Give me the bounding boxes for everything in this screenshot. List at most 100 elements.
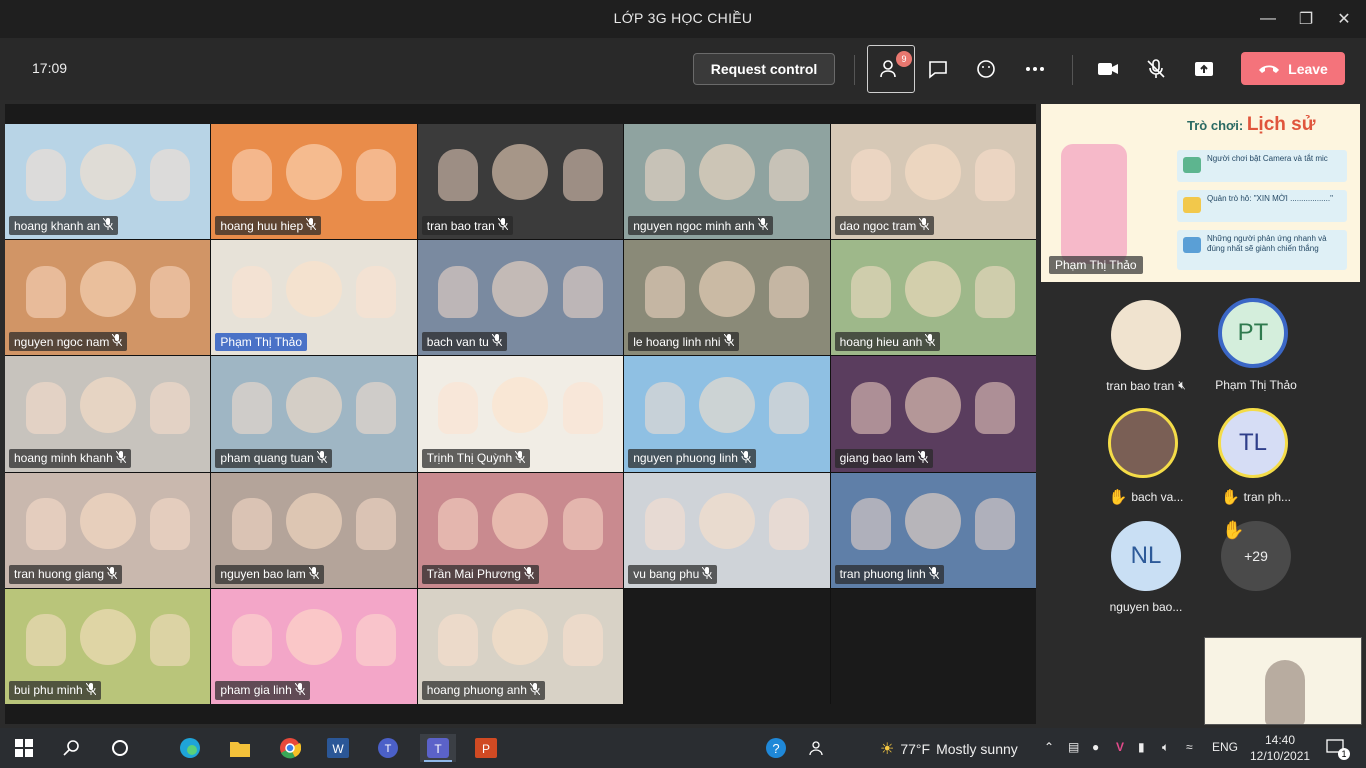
video-tile[interactable]: bui phu minh xyxy=(5,588,211,704)
teams-classic-button[interactable]: T xyxy=(374,734,402,762)
raised-hand-video xyxy=(231,265,272,318)
rule-camera: Người chơi bật Camera và tắt mic xyxy=(1177,150,1347,182)
self-view[interactable] xyxy=(1204,637,1362,725)
video-tile[interactable]: le hoang linh nhi xyxy=(624,240,830,356)
video-tile[interactable]: pham gia linh xyxy=(211,588,417,704)
video-tile[interactable]: giang bao lam xyxy=(830,356,1036,472)
participant-video xyxy=(286,609,343,666)
more-options-button[interactable] xyxy=(1017,52,1053,86)
wifi-icon[interactable]: ≈ xyxy=(1186,740,1193,754)
edge-button[interactable] xyxy=(176,734,204,762)
camera-button[interactable] xyxy=(1090,52,1126,86)
vietkey-icon[interactable]: V xyxy=(1116,740,1124,754)
battery-icon[interactable]: ▮ xyxy=(1138,740,1145,754)
explorer-button[interactable] xyxy=(226,734,254,762)
chevron-up-icon[interactable]: ⌃ xyxy=(1044,740,1054,754)
close-button[interactable]: ✕ xyxy=(1326,6,1362,32)
avatar-tran-ph[interactable]: TL xyxy=(1218,408,1288,478)
share-button[interactable] xyxy=(1186,52,1222,86)
mic-button[interactable] xyxy=(1138,52,1174,86)
video-tile[interactable]: dao ngoc tram xyxy=(830,124,1036,240)
video-tile[interactable]: tran phuong linh xyxy=(830,472,1036,588)
reactions-button[interactable] xyxy=(968,52,1004,86)
participant-video xyxy=(905,144,962,201)
mic-off-icon xyxy=(723,334,734,349)
participant-name-label: tran bao tran xyxy=(421,216,513,236)
video-tile[interactable]: Trần Mai Phương xyxy=(417,472,624,588)
svg-text:P: P xyxy=(482,742,490,756)
start-button[interactable] xyxy=(10,734,38,762)
svg-text:T: T xyxy=(385,743,392,755)
video-tile[interactable]: hoang minh khanh xyxy=(5,356,211,472)
raised-hand-video xyxy=(231,497,272,550)
video-tile[interactable]: tran huong giang xyxy=(5,472,211,588)
participant-name-label: Trần Mai Phương xyxy=(421,564,539,584)
minimize-button[interactable]: — xyxy=(1250,6,1286,32)
raised-hand-video xyxy=(769,381,810,434)
raised-hand-video xyxy=(644,149,685,202)
raised-hand-video xyxy=(25,149,66,202)
video-tile[interactable]: hoang hieu anh xyxy=(830,240,1036,356)
mic-off-icon xyxy=(740,450,752,466)
cortana-button[interactable] xyxy=(106,734,134,762)
video-tile[interactable]: nguyen bao lam xyxy=(211,472,417,588)
network-icon[interactable]: ▤ xyxy=(1068,740,1079,754)
mic-off-icon xyxy=(757,217,769,233)
taskbar-clock[interactable]: 14:40 12/10/2021 xyxy=(1250,732,1310,764)
chrome-button[interactable] xyxy=(276,734,304,762)
search-button[interactable] xyxy=(58,734,86,762)
raised-hand-video xyxy=(25,497,66,550)
video-tile[interactable]: nguyen ngoc nam xyxy=(5,240,211,356)
video-tile[interactable]: tran bao tran xyxy=(417,124,624,240)
mic-off-icon xyxy=(917,450,929,466)
video-tile[interactable]: pham quang tuan xyxy=(211,356,417,472)
participants-count-badge: 9 xyxy=(896,51,912,67)
mic-icon[interactable]: ● xyxy=(1092,740,1099,754)
camera-icon xyxy=(1098,63,1118,75)
participant-name-label: pham gia linh xyxy=(215,680,310,700)
weather-widget[interactable]: ☀ 77°F Mostly sunny xyxy=(880,739,1018,759)
avatar-pham-thi-thao[interactable]: PT xyxy=(1218,298,1288,368)
raised-hand-video xyxy=(975,149,1016,202)
video-tile[interactable]: nguyen ngoc minh anh xyxy=(624,124,830,240)
people-button[interactable] xyxy=(804,734,832,762)
help-button[interactable]: ? xyxy=(762,734,790,762)
video-tile[interactable]: hoang phuong anh xyxy=(417,588,624,704)
participant-name-label: hoang minh khanh xyxy=(9,448,131,468)
video-tile[interactable]: hoang huu hiep xyxy=(211,124,417,240)
chat-button[interactable] xyxy=(920,52,956,86)
participants-button[interactable]: 9 xyxy=(867,45,915,93)
video-tile[interactable]: Phạm Thị Thảo xyxy=(211,240,417,356)
raised-hand-video xyxy=(438,497,479,550)
participant-name-label: nguyen phuong linh xyxy=(628,448,756,468)
video-tile[interactable]: hoang khanh an xyxy=(5,124,211,240)
leave-button[interactable]: Leave xyxy=(1241,52,1345,85)
video-tile[interactable]: bach van tu xyxy=(417,240,624,356)
raised-hand-video xyxy=(769,497,810,550)
request-control-button[interactable]: Request control xyxy=(693,53,835,85)
mic-off-icon xyxy=(85,682,97,698)
avatar-nguyen-bao[interactable]: NL xyxy=(1111,521,1181,591)
video-tile[interactable]: Trịnh Thị Quỳnh xyxy=(417,356,624,472)
teams-button[interactable]: T xyxy=(420,734,456,762)
chrome-icon xyxy=(280,738,301,759)
participant-name-label: dao ngoc tram xyxy=(834,216,935,236)
avatar-tran-bao-tran[interactable] xyxy=(1111,300,1181,370)
roster-name-3: ✋ bach va... xyxy=(1108,489,1184,506)
powerpoint-button[interactable]: P xyxy=(472,734,500,762)
participant-name-label: tran phuong linh xyxy=(834,564,944,584)
volume-icon[interactable]: 🔈︎ xyxy=(1162,740,1169,755)
participant-video xyxy=(286,144,343,201)
participant-video xyxy=(286,492,343,549)
video-tile[interactable]: vu bang phu xyxy=(624,472,830,588)
language-indicator[interactable]: ENG xyxy=(1212,740,1238,754)
avatar-bach-va[interactable] xyxy=(1108,408,1178,478)
raised-hand-video xyxy=(356,149,397,202)
maximize-button[interactable]: ❐ xyxy=(1288,6,1324,32)
roster-name-4: ✋ tran ph... xyxy=(1220,489,1292,506)
notifications-button[interactable]: 1 xyxy=(1322,734,1350,762)
shared-screen[interactable]: Trò chơi: Lịch sử Người chơi bật Camera … xyxy=(1041,104,1360,282)
word-button[interactable]: W xyxy=(324,734,352,762)
video-tile[interactable]: nguyen phuong linh xyxy=(624,356,830,472)
raised-hand-video xyxy=(562,381,603,434)
